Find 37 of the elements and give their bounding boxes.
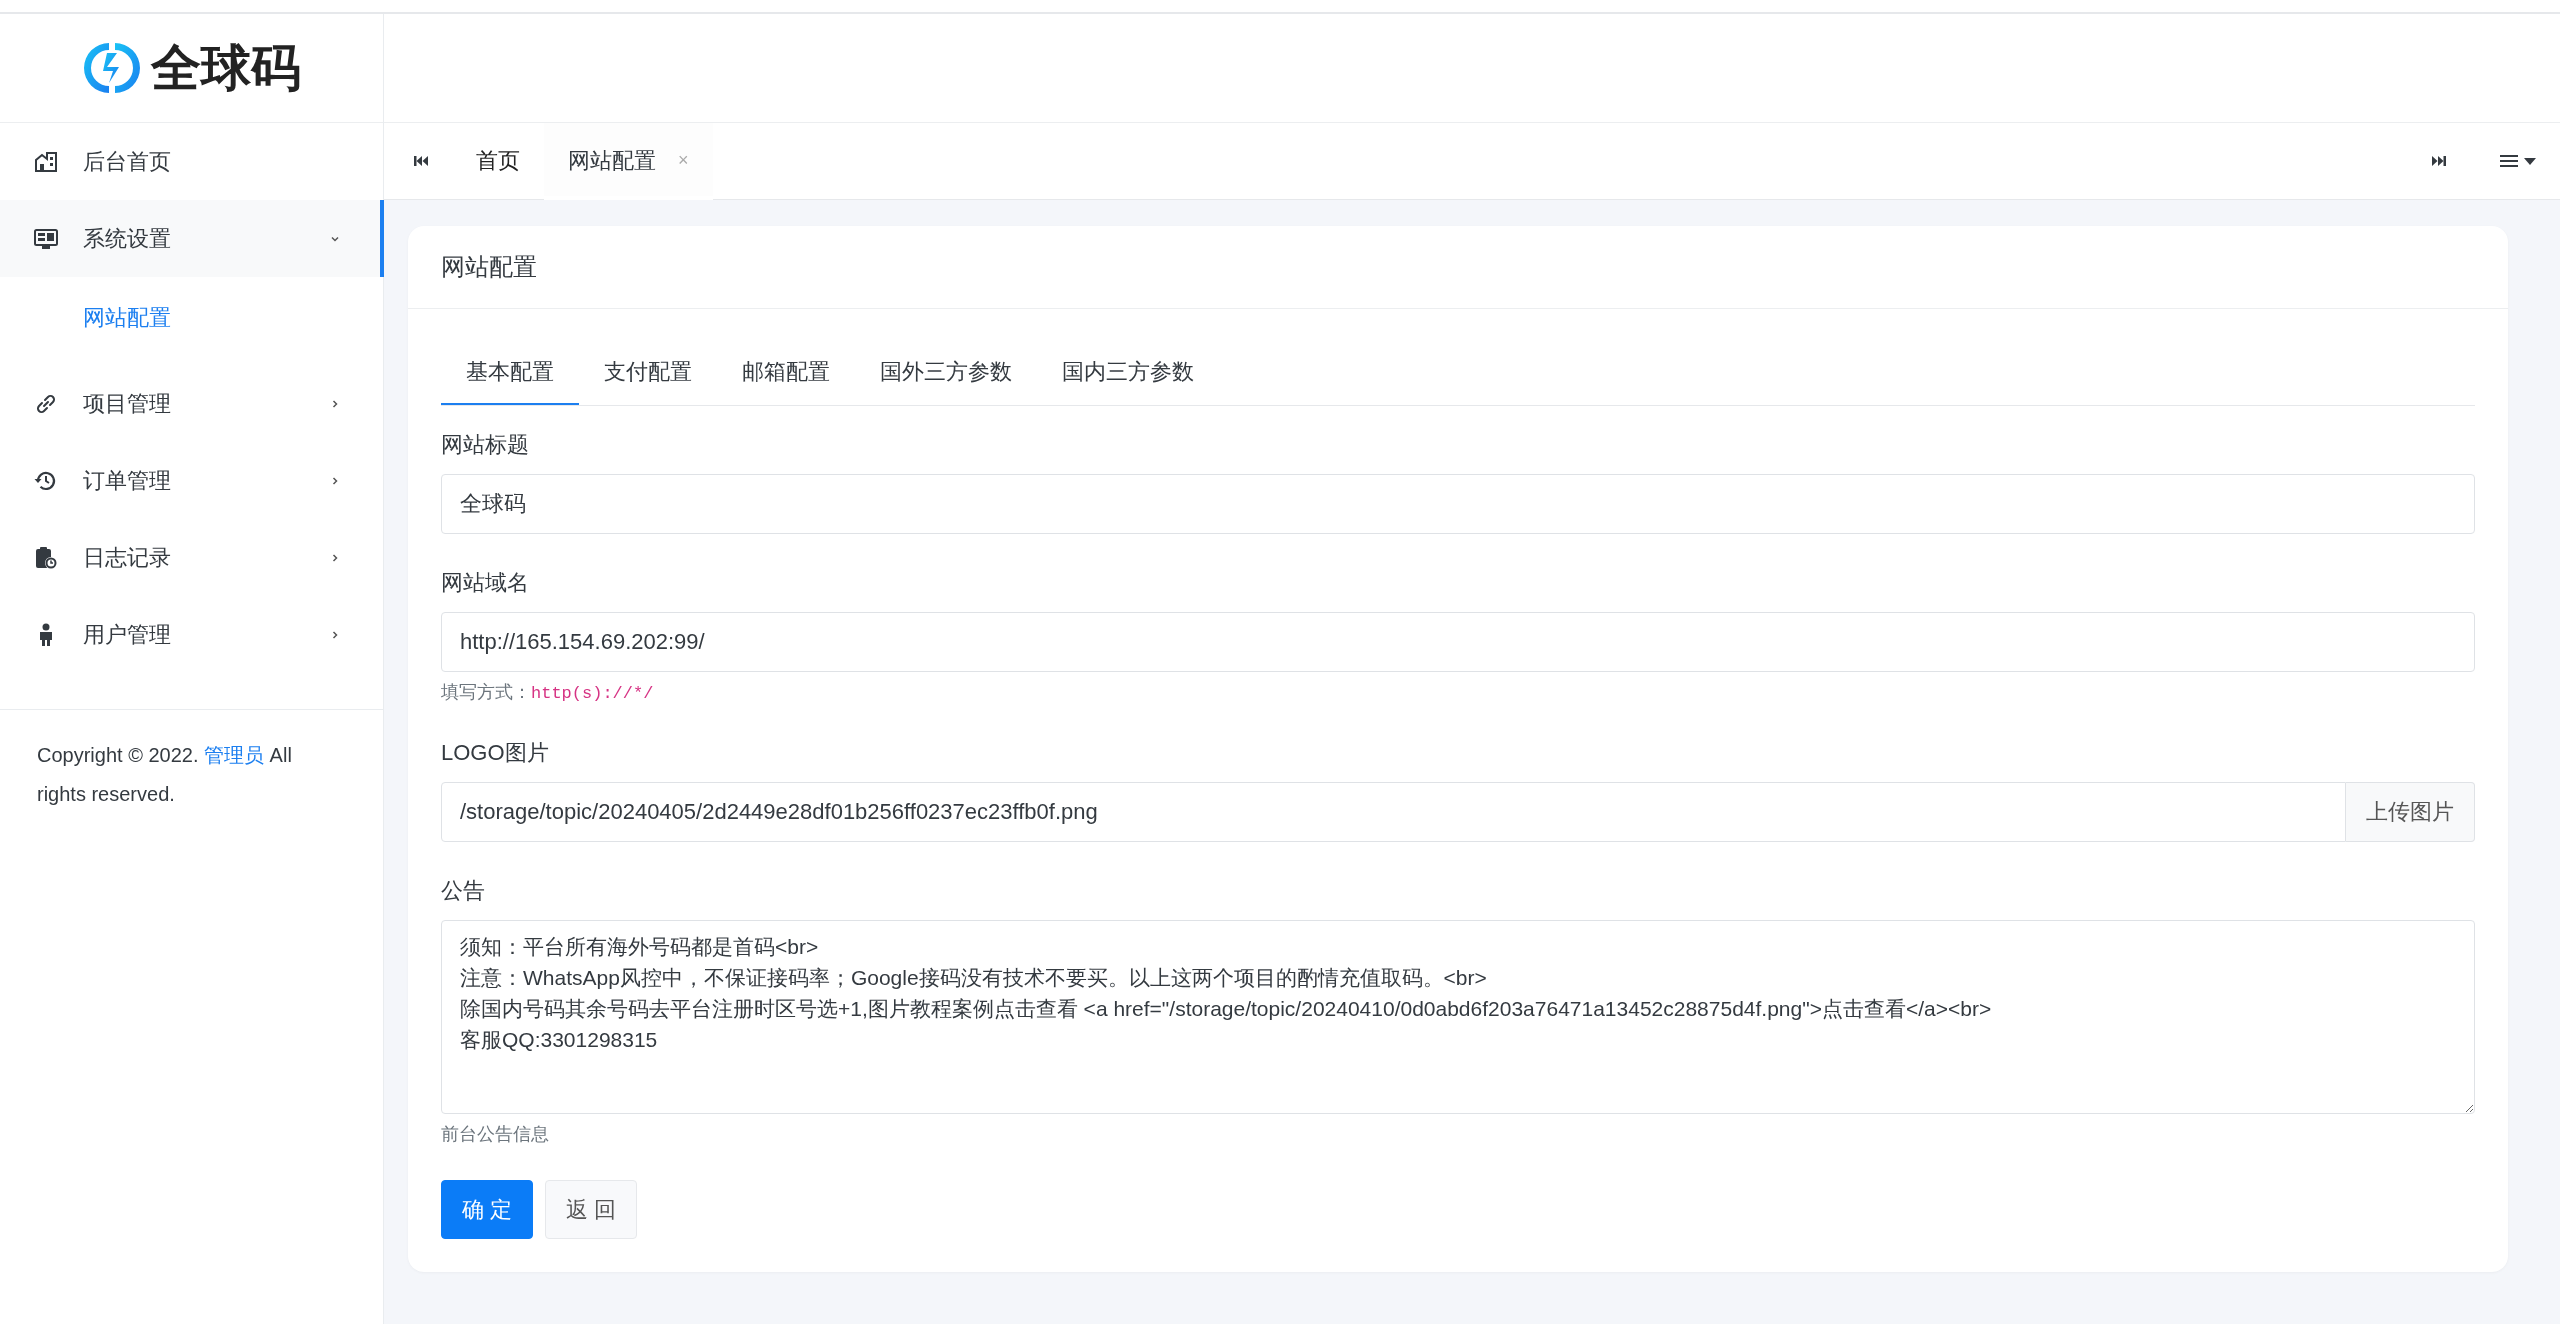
sidebar-item[interactable]: 用户管理 (0, 596, 383, 673)
sidebar-subitem[interactable]: 网站配置 (0, 281, 383, 355)
card-title: 网站配置 (441, 252, 537, 282)
settings-tab[interactable]: 支付配置 (579, 339, 717, 405)
sidebar-item[interactable]: 系统设置 (0, 200, 383, 277)
text-field[interactable]: 全球码 (441, 474, 2475, 534)
text-field[interactable]: /storage/topic/20240405/2d2449e28df01b256ff0237ec23ffb0f.png (441, 782, 2346, 842)
settings-tab[interactable]: 基本配置 (441, 339, 579, 405)
sidebar-item[interactable]: 后台首页 (0, 123, 383, 200)
sidebar-item[interactable]: 订单管理 (0, 442, 383, 519)
settings-tab[interactable]: 国外三方参数 (855, 339, 1037, 405)
help-text: 填写方式：http(s)://*/ (441, 681, 655, 704)
upload-button[interactable]: 上传图片 (2346, 782, 2475, 842)
text-field[interactable]: http://165.154.69.202:99/ (441, 612, 2475, 672)
textarea-field[interactable]: 须知：平台所有海外号码都是首码<br> 注意：WhatsApp风控中，不保证接码率；Google接码没有技术不要买。以上这两个项目的酌情充值取码。<br> 除国内号码其余号码去平台注册时区号选+1,图片教程案例点击查看 <a href="/storage/topic/20240410/0d0abd6f203a76471a13452c28875d4f.png">点击查看</a><br> 客服QQ:3301298315 (441, 920, 2475, 1114)
settings-tab[interactable]: 国内三方参数 (1037, 339, 1219, 405)
monitor-icon (34, 227, 58, 250)
back-button[interactable]: 返 回 (545, 1180, 638, 1239)
skip-forward-icon (2432, 155, 2446, 167)
sidebar-item[interactable]: 日志记录 (0, 519, 383, 596)
menu-icon (2500, 154, 2518, 168)
caret-icon (2524, 157, 2536, 165)
clipboard-clock-icon (34, 545, 58, 570)
field-label: LOGO图片 (441, 739, 550, 767)
building-icon (34, 150, 58, 173)
skip-back-icon (414, 155, 428, 167)
settings-tab[interactable]: 邮箱配置 (717, 339, 855, 405)
field-label: 网站域名 (441, 569, 530, 597)
copyright-text: Copyright © 2022. 管理员 All rights reserved. (36, 743, 293, 807)
confirm-button[interactable]: 确 定 (441, 1180, 534, 1239)
field-label: 公告 (441, 877, 486, 905)
field-label: 网站标题 (441, 431, 530, 459)
help-text: 前台公告信息 (441, 1123, 550, 1146)
admin-link[interactable]: 管理员 (204, 744, 265, 766)
sidebar-item[interactable]: 项目管理 (0, 365, 383, 442)
person-icon (38, 622, 54, 647)
logo-text: 全球码 (150, 36, 301, 99)
